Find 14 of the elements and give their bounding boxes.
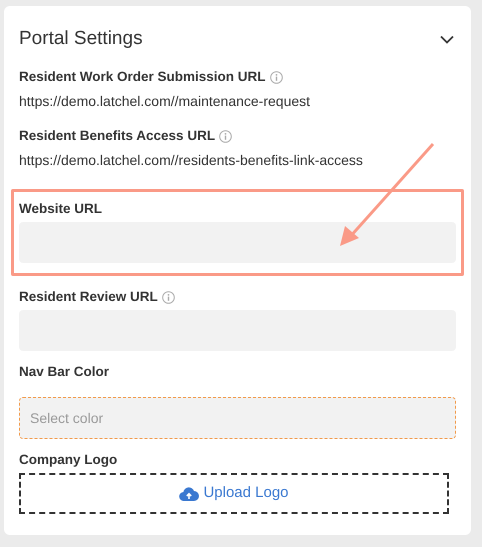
color-field[interactable]: Select color — [19, 397, 456, 439]
field-label: Nav Bar Color — [19, 362, 110, 381]
url-text: https://demo.latchel.com//maintenance-request — [19, 92, 312, 111]
field-label: Company Logo — [19, 450, 118, 469]
upload-button[interactable]: Upload Logo — [19, 473, 449, 514]
collapse-chevron-button[interactable] — [440, 34, 454, 44]
cloud-upload-icon — [179, 486, 200, 500]
url-text: https://demo.latchel.com//residents-benefits-link-access — [19, 151, 364, 170]
field-label: Website URL — [19, 200, 102, 218]
field-label: Resident Review URL — [19, 288, 158, 306]
text-field[interactable] — [19, 222, 456, 263]
panel-title: Portal Settings — [19, 26, 143, 51]
field-label: Resident Work Order Submission URL — [19, 68, 266, 86]
field-label: Resident Benefits Access URL — [19, 126, 216, 145]
